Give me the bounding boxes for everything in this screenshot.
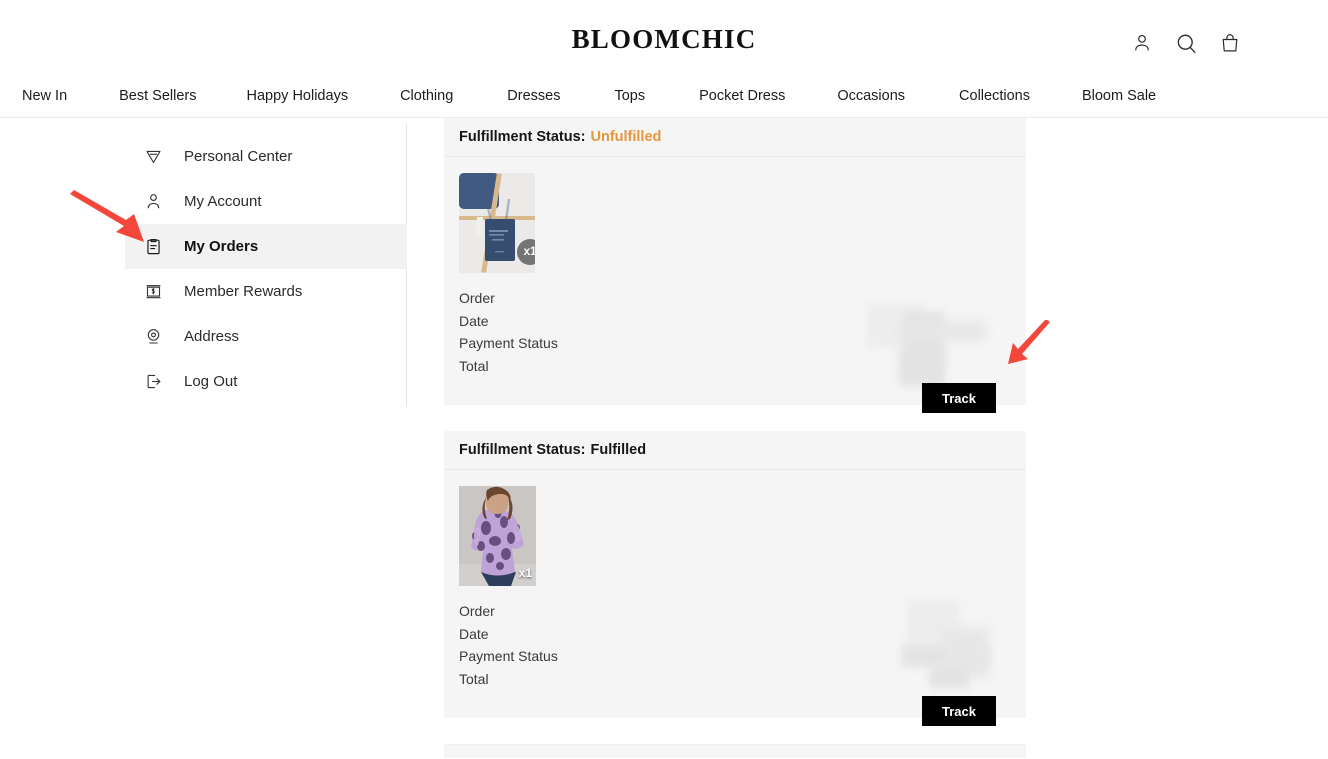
logout-icon <box>143 372 163 392</box>
sidebar-item-address[interactable]: Address <box>125 314 407 359</box>
nav-item-new-in[interactable]: New In <box>22 88 67 104</box>
track-button[interactable]: Track <box>922 696 996 726</box>
track-button[interactable]: Track <box>922 383 996 413</box>
sidebar-item-label: My Orders <box>184 238 259 255</box>
page-root: BLOOMCHIC New In Best Sellers Happy Holi… <box>0 0 1328 759</box>
order-card-header: Fulfillment Status: Fulfilled <box>444 431 1026 470</box>
nav-item-best-sellers[interactable]: Best Sellers <box>119 88 196 104</box>
status-badge: Fulfilled <box>590 442 647 458</box>
fulfillment-status-label: Fulfillment Status: <box>459 129 586 145</box>
cart-bag-icon[interactable] <box>1216 29 1244 57</box>
nav-item-pocket-dress[interactable]: Pocket Dress <box>699 88 785 104</box>
sidebar-item-label: Address <box>184 328 240 345</box>
order-meta-total: Total <box>459 357 489 374</box>
order-card: Fulfillment Status: Fulfilled x1 Order D… <box>444 431 1026 726</box>
nav-item-tops[interactable]: Tops <box>614 88 645 104</box>
user-icon <box>143 192 163 212</box>
order-meta-list: Order Date Payment Status Total <box>459 600 1011 690</box>
order-card-body: x1 Order Date Payment Status Total Track <box>444 157 1026 413</box>
sidebar-item-label: My Account <box>184 193 262 210</box>
site-header: BLOOMCHIC <box>0 0 1328 74</box>
nav-item-dresses[interactable]: Dresses <box>507 88 560 104</box>
page-body: Personal Center My Account My Orders Mem… <box>0 118 1328 759</box>
order-card: Fulfillment Status: Unfulfilled x1 Order… <box>444 118 1026 413</box>
status-badge: Unfulfilled <box>590 129 662 145</box>
product-thumbnail[interactable]: x1 <box>459 173 535 273</box>
account-sidebar: Personal Center My Account My Orders Mem… <box>125 134 407 404</box>
sidebar-item-my-orders[interactable]: My Orders <box>125 224 407 269</box>
order-meta-payment-status: Payment Status <box>459 648 558 664</box>
nav-item-collections[interactable]: Collections <box>959 88 1030 104</box>
order-card-partial <box>444 744 1026 758</box>
order-meta-order: Order <box>459 290 495 306</box>
sidebar-item-label: Personal Center <box>184 148 293 165</box>
account-icon[interactable] <box>1128 29 1156 57</box>
nav-item-happy-holidays[interactable]: Happy Holidays <box>247 88 349 104</box>
orders-list: Fulfillment Status: Unfulfilled x1 Order… <box>444 118 1026 758</box>
quantity-badge: x1 <box>518 566 532 580</box>
sidebar-item-personal-center[interactable]: Personal Center <box>125 134 407 179</box>
order-meta-total: Total <box>459 670 489 687</box>
shield-down-icon <box>143 147 163 167</box>
nav-item-clothing[interactable]: Clothing <box>400 88 453 104</box>
sidebar-item-my-account[interactable]: My Account <box>125 179 407 224</box>
header-icon-group <box>1128 29 1244 57</box>
order-meta-date: Date <box>459 312 489 329</box>
sidebar-item-label: Log Out <box>184 373 238 390</box>
sidebar-item-member-rewards[interactable]: Member Rewards <box>125 269 407 314</box>
order-meta-list: Order Date Payment Status Total <box>459 287 1011 377</box>
sidebar-item-label: Member Rewards <box>184 283 303 300</box>
nav-item-occasions[interactable]: Occasions <box>837 88 905 104</box>
order-meta-order: Order <box>459 603 495 619</box>
search-icon[interactable] <box>1172 29 1200 57</box>
main-navigation: New In Best Sellers Happy Holidays Cloth… <box>0 74 1328 118</box>
product-thumbnail[interactable]: x1 <box>459 486 536 586</box>
coupon-icon <box>143 282 163 302</box>
fulfillment-status-label: Fulfillment Status: <box>459 442 586 458</box>
order-meta-payment-status: Payment Status <box>459 335 558 351</box>
order-card-body: x1 Order Date Payment Status Total Track <box>444 470 1026 726</box>
location-pin-icon <box>143 327 163 347</box>
order-meta-date: Date <box>459 625 489 642</box>
nav-item-bloom-sale[interactable]: Bloom Sale <box>1082 88 1156 104</box>
sidebar-item-log-out[interactable]: Log Out <box>125 359 407 404</box>
order-card-header: Fulfillment Status: Unfulfilled <box>444 118 1026 157</box>
clipboard-icon <box>143 237 163 257</box>
